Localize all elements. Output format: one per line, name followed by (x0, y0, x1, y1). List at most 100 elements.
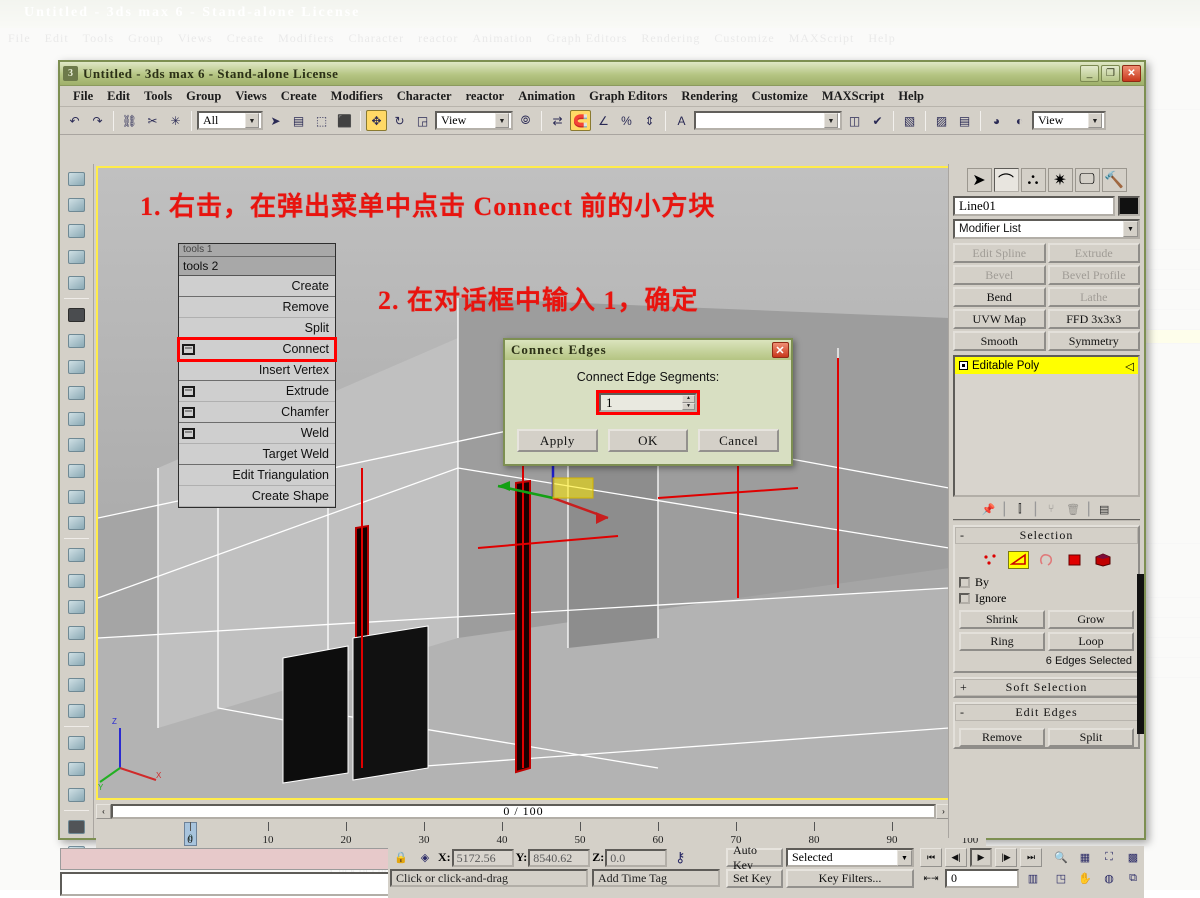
chevron-down-icon[interactable]: ▼ (245, 113, 259, 128)
tool-icon-10[interactable] (63, 406, 91, 431)
y-value[interactable]: 8540.62 (528, 848, 591, 867)
z-value[interactable]: 0.0 (605, 848, 668, 867)
menu-customize[interactable]: Customize (745, 88, 815, 105)
tool-icon-22[interactable] (63, 730, 91, 755)
modifier-lathe-button[interactable]: Lathe (1047, 287, 1140, 307)
use-pivot-point-center-icon[interactable]: ⦾ (515, 110, 536, 131)
arc-rotate-icon[interactable]: ◍ (1098, 869, 1120, 888)
modifier-bevel-profile-button[interactable]: Bevel Profile (1047, 265, 1140, 285)
tool-icon-12[interactable] (63, 458, 91, 483)
command-panel-scrollbar[interactable] (1137, 574, 1144, 734)
modifier-uvw-map-button[interactable]: UVW Map (953, 309, 1046, 329)
tool-icon-17[interactable] (63, 594, 91, 619)
tool-icon-3[interactable] (63, 218, 91, 243)
apply-button[interactable]: Apply (517, 429, 598, 452)
rollout-toggle-icon[interactable]: - (960, 705, 972, 720)
vertex-icon[interactable] (980, 551, 1001, 569)
undo-icon[interactable]: ↶ (64, 110, 85, 131)
tool-icon-19[interactable] (63, 646, 91, 671)
edge-remove-button[interactable]: Remove (959, 728, 1045, 747)
modifier-bevel-button[interactable]: Bevel (953, 265, 1046, 285)
pan-icon[interactable]: ✋ (1074, 869, 1096, 888)
minimize-button[interactable]: _ (1080, 65, 1099, 82)
ignore-checkbox-row[interactable]: Ignore (959, 591, 1134, 606)
macro-recorder-line[interactable] (60, 872, 438, 896)
context-menu-item-target-weld[interactable]: Target Weld (179, 444, 335, 465)
tool-icon-21[interactable] (63, 698, 91, 723)
modifier-bend-button[interactable]: Bend (953, 287, 1046, 307)
tool-icon-16[interactable] (63, 568, 91, 593)
bind-to-space-warp-icon[interactable]: ✳ (165, 110, 186, 131)
chevron-down-icon[interactable]: ▼ (897, 849, 912, 866)
mirror-icon[interactable]: ⇄ (547, 110, 568, 131)
tool-icon-23[interactable] (63, 756, 91, 781)
named-selection-set-combo[interactable]: ▼ (694, 111, 842, 130)
element-icon[interactable] (1092, 551, 1113, 569)
tool-icon-9[interactable] (63, 380, 91, 405)
menu-file[interactable]: File (66, 88, 100, 105)
spinner-up-icon[interactable]: ▲ (682, 395, 695, 403)
configure-modifier-sets-icon[interactable]: ▤ (1096, 501, 1113, 517)
tool-icon-14[interactable] (63, 510, 91, 535)
unlink-selection-icon[interactable]: ✂ (142, 110, 163, 131)
select-object-icon[interactable]: ➤ (265, 110, 286, 131)
redo-icon[interactable]: ↷ (87, 110, 108, 131)
percent-snap-icon[interactable]: % (616, 110, 637, 131)
polygon-icon[interactable] (1064, 551, 1085, 569)
zoom-extents-all-icon[interactable]: ▩ (1122, 848, 1144, 867)
prev-frame-button[interactable]: ◀| (945, 848, 967, 867)
transform-type-in-icon[interactable]: ◈ (414, 848, 436, 867)
modifier-symmetry-button[interactable]: Symmetry (1047, 331, 1140, 351)
modifier-extrude-button[interactable]: Extrude (1047, 243, 1140, 263)
rectangular-selection-region-icon[interactable]: ⬚ (311, 110, 332, 131)
context-menu-item-connect[interactable]: Connect (177, 337, 337, 362)
rollout-toggle-icon[interactable]: - (960, 528, 972, 543)
close-button[interactable]: ✕ (1122, 65, 1141, 82)
selection-filter-combo[interactable]: All ▼ (197, 111, 263, 130)
weld-settings-box-icon[interactable] (182, 427, 195, 439)
menu-create[interactable]: Create (274, 88, 324, 105)
menu-rendering[interactable]: Rendering (674, 88, 744, 105)
zoom-all-icon[interactable]: ▦ (1074, 848, 1096, 867)
tool-icon-7[interactable] (63, 328, 91, 353)
context-menu-item-edit-triangulation[interactable]: Edit Triangulation (179, 465, 335, 486)
material-editor-icon[interactable]: ◕ (986, 110, 1007, 131)
menu-graph-editors[interactable]: Graph Editors (582, 88, 674, 105)
tool-icon-1[interactable] (63, 166, 91, 191)
loop-button[interactable]: Loop (1048, 632, 1134, 651)
modifier-smooth-button[interactable]: Smooth (953, 331, 1046, 351)
zoom-extents-icon[interactable]: ⛶ (1098, 848, 1120, 867)
context-menu-item-split[interactable]: Split (179, 318, 335, 339)
tool-icon-8[interactable] (63, 354, 91, 379)
hierarchy-tab[interactable]: ⛬ (1020, 168, 1046, 192)
set-key-button[interactable]: Set Key (726, 869, 783, 888)
menu-reactor[interactable]: reactor (459, 88, 512, 105)
key-mode-icon[interactable]: ⚷ (669, 848, 692, 867)
spinner-buttons[interactable]: ▲ ▼ (682, 395, 695, 410)
create-tab[interactable]: ➤ (966, 168, 992, 192)
menu-animation[interactable]: Animation (511, 88, 582, 105)
chamfer-settings-box-icon[interactable] (182, 406, 195, 418)
context-menu-item-extrude[interactable]: Extrude (179, 381, 335, 402)
modifier-stack-item-editable-poly[interactable]: Editable Poly ◁ (955, 357, 1138, 374)
modifier-list-dropdown[interactable]: Modifier List ▼ (953, 219, 1140, 239)
context-menu-item-weld[interactable]: Weld (179, 423, 335, 444)
edge-icon[interactable] (1008, 551, 1029, 569)
tool-icon-25[interactable] (63, 814, 91, 839)
tool-icon-24[interactable] (63, 782, 91, 807)
menu-maxscript[interactable]: MAXScript (815, 88, 892, 105)
select-and-move-icon[interactable]: ✥ (366, 110, 387, 131)
goto-end-button[interactable]: ⏭ (1020, 848, 1042, 867)
next-frame-button[interactable]: |▶ (995, 848, 1017, 867)
show-end-result-icon[interactable]: ⫿ (1011, 501, 1028, 517)
tool-icon-4[interactable] (63, 244, 91, 269)
by-checkbox-row[interactable]: By (959, 575, 1134, 590)
layer-manager-icon[interactable]: ▧ (899, 110, 920, 131)
select-and-link-icon[interactable]: ⛓ (119, 110, 140, 131)
angle-snap-icon[interactable]: ∠ (593, 110, 614, 131)
context-menu-item-insert-vertex[interactable]: Insert Vertex (179, 360, 335, 381)
spinner-snap-icon[interactable]: ⇕ (639, 110, 660, 131)
menu-edit[interactable]: Edit (100, 88, 137, 105)
x-coordinate[interactable]: X: 5172.56 (438, 848, 514, 867)
time-configuration-icon[interactable]: ▥ (1022, 869, 1044, 888)
